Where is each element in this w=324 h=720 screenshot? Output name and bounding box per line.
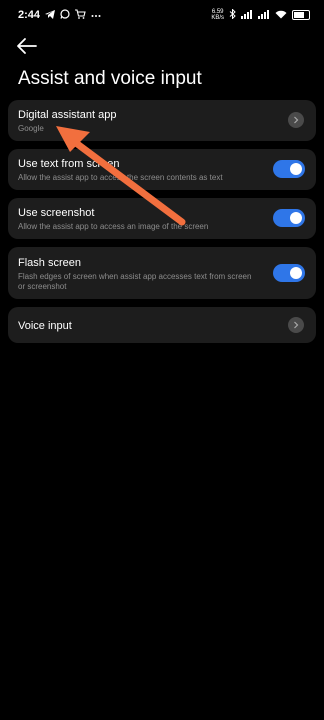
bluetooth-icon [229,8,236,21]
signal-icon [258,9,270,21]
setting-digital-assistant-app[interactable]: Digital assistant app Google [8,100,316,141]
cart-icon [75,9,86,21]
status-bar-left: 2:44 [18,9,101,21]
chevron-right-icon [288,317,304,333]
toggle-knob [290,267,302,279]
chevron-right-icon [288,112,304,128]
telegram-icon [45,9,56,21]
setting-label: Use screenshot [18,207,95,219]
use-text-toggle[interactable] [273,160,305,178]
page-title: Assist and voice input [18,68,202,89]
setting-label: Use text from screen [18,158,120,170]
setting-use-text-from-screen[interactable]: Use text from screen Allow the assist ap… [8,149,316,190]
use-screenshot-toggle[interactable] [273,209,305,227]
battery-icon [292,10,310,20]
setting-label: Digital assistant app [18,109,117,121]
signal-icon [241,9,253,21]
setting-label: Voice input [18,320,72,332]
flash-screen-toggle[interactable] [273,264,305,282]
setting-voice-input[interactable]: Voice input [8,307,316,343]
setting-flash-screen[interactable]: Flash screen Flash edges of screen when … [8,247,316,299]
wifi-icon [275,10,287,21]
network-speed: 6.59 KB/s [211,9,224,21]
back-arrow-icon[interactable] [16,36,38,56]
setting-label: Flash screen [18,257,81,269]
setting-description: Flash edges of screen when assist app ac… [18,272,252,291]
setting-description: Allow the assist app to access an image … [18,222,209,231]
toggle-knob [290,212,302,224]
status-bar: 2:44 6.59 KB/s [0,0,324,30]
toggle-knob [290,163,302,175]
status-bar-right: 6.59 KB/s [211,8,310,21]
setting-description: Allow the assist app to access the scree… [18,173,223,182]
more-dots-icon [91,10,101,20]
setting-use-screenshot[interactable]: Use screenshot Allow the assist app to a… [8,198,316,239]
status-time: 2:44 [18,9,41,21]
whatsapp-icon [60,9,70,21]
network-speed-unit: KB/s [211,15,224,21]
setting-value: Google [18,124,44,133]
